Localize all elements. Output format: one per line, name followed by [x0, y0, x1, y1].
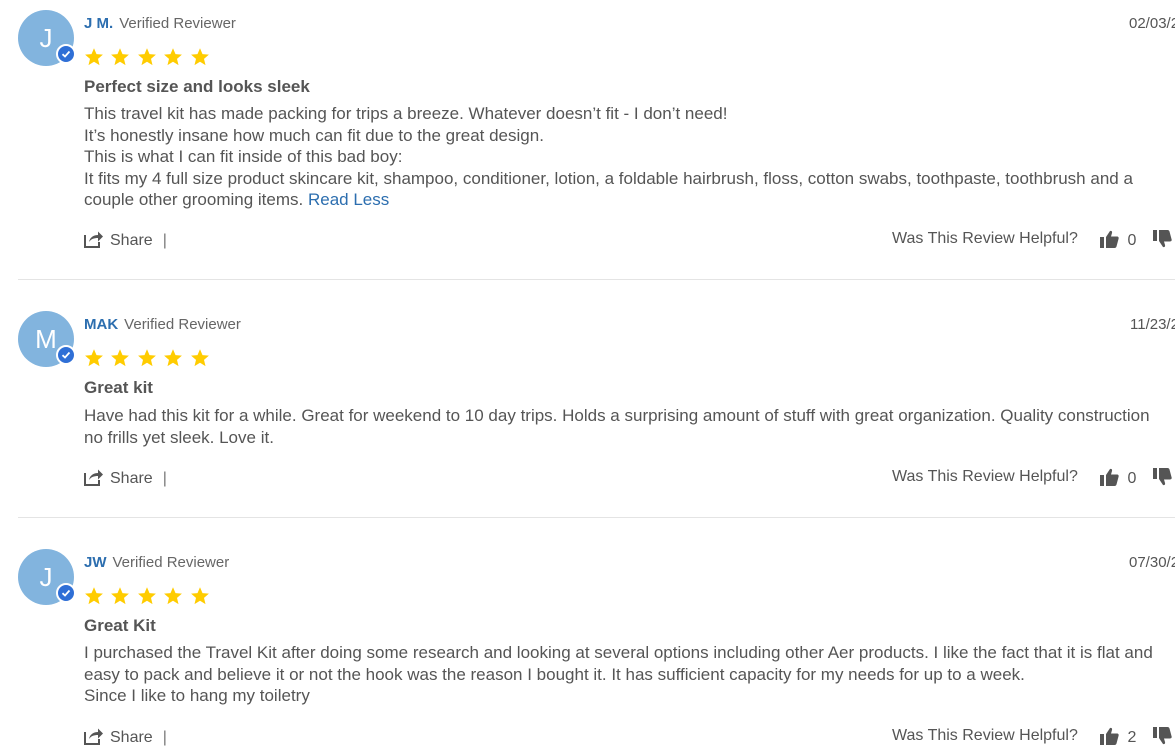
divider	[18, 517, 1175, 518]
review-title: Perfect size and looks sleek	[84, 77, 310, 96]
review-body-line: It fits my 4 full size product skincare …	[84, 168, 1133, 188]
reviewer-header: MAK Verified Reviewer	[84, 315, 241, 335]
thumbs-up-icon	[1100, 468, 1119, 486]
thumbs-down-icon	[1153, 727, 1172, 745]
star-icon	[190, 48, 209, 66]
reviewer-name: J M.	[84, 15, 114, 32]
share-label: Share	[110, 729, 153, 746]
thumbs-down-icon	[1153, 468, 1172, 486]
review-body-line-text: couple other grooming items.	[84, 190, 304, 209]
star-icon	[137, 48, 156, 66]
verified-label: Verified Reviewer	[112, 554, 230, 571]
helpful-down-button[interactable]	[1153, 230, 1172, 250]
star-icon	[111, 587, 130, 605]
share-label: Share	[110, 470, 153, 487]
star-icon	[164, 48, 183, 66]
separator: |	[162, 729, 167, 746]
separator: |	[162, 232, 167, 249]
review-body-line: I purchased the Travel Kit after doing s…	[84, 643, 1153, 662]
reviewer-name: MAK	[84, 316, 119, 333]
share-button[interactable]: Share |	[84, 727, 167, 747]
avatar-letter: J	[39, 23, 53, 53]
star-rating	[84, 586, 212, 606]
review-date: 07/30/2	[1129, 554, 1175, 571]
review-body: I purchased the Travel Kit after doing s…	[84, 642, 1175, 707]
divider	[18, 279, 1175, 280]
review-body-line: It’s honestly insane how much can fit du…	[84, 125, 544, 145]
review-footer: Share | Was This Review Helpful? 2	[84, 727, 1175, 749]
review-date: 02/03/2	[1129, 15, 1175, 32]
review-body-line: easy to pack and believe it or not the h…	[84, 664, 1025, 684]
reviewer-header: J M. Verified Reviewer	[84, 14, 236, 34]
helpful-label: Was This Review Helpful?	[892, 727, 1078, 744]
helpful-up-count: 0	[1127, 232, 1137, 249]
review-body-line: no frills yet sleek. Love it.	[84, 427, 274, 447]
star-icon	[111, 48, 130, 66]
verified-label: Verified Reviewer	[124, 316, 241, 333]
star-icon	[111, 349, 130, 367]
review-date: 11/23/2	[1130, 316, 1175, 333]
verified-check-icon	[56, 583, 76, 603]
separator: |	[162, 470, 167, 487]
reviewer-name: JW	[84, 554, 107, 571]
star-icon	[85, 48, 103, 66]
star-icon	[190, 349, 209, 367]
helpful-up-count: 0	[1127, 470, 1137, 487]
verified-label: Verified Reviewer	[119, 15, 236, 32]
share-button[interactable]: Share |	[84, 230, 167, 250]
star-rating	[84, 47, 212, 67]
review-body-line: Since I like to hang my toiletry	[84, 686, 310, 705]
thumbs-up-icon	[1100, 727, 1119, 745]
review-body-line: Have had this kit for a while. Great for…	[84, 406, 1150, 425]
star-icon	[137, 587, 156, 605]
star-rating	[84, 348, 212, 368]
star-icon	[85, 587, 103, 605]
reviewer-header: JW Verified Reviewer	[84, 553, 229, 573]
helpful-label: Was This Review Helpful?	[892, 468, 1078, 485]
share-icon	[84, 469, 103, 486]
avatar-letter: M	[35, 324, 57, 354]
share-icon	[84, 231, 103, 248]
star-icon	[164, 349, 183, 367]
review-title: Great Kit	[84, 616, 156, 635]
review-body-line: couple other grooming items. Read Less	[84, 189, 1175, 211]
star-icon	[190, 587, 209, 605]
verified-check-icon	[56, 345, 76, 365]
helpful-label: Was This Review Helpful?	[892, 230, 1078, 247]
share-button[interactable]: Share |	[84, 468, 167, 488]
helpful-up-button[interactable]: 0	[1100, 230, 1136, 250]
star-icon	[137, 349, 156, 367]
thumbs-down-icon	[1153, 230, 1172, 248]
review-footer: Share | Was This Review Helpful? 0	[84, 468, 1175, 490]
helpful-down-button[interactable]	[1153, 468, 1172, 488]
share-icon	[84, 728, 103, 745]
review-body: This travel kit has made packing for tri…	[84, 103, 1175, 211]
read-less-link[interactable]: Read Less	[308, 190, 389, 209]
review-body-line: This is what I can fit inside of this ba…	[84, 147, 403, 166]
verified-check-icon	[56, 44, 76, 64]
helpful-up-button[interactable]: 0	[1100, 468, 1136, 488]
review-body-line: This travel kit has made packing for tri…	[84, 104, 728, 123]
avatar: J	[18, 549, 76, 605]
avatar: M	[18, 311, 76, 367]
review-body: Have had this kit for a while. Great for…	[84, 405, 1175, 448]
thumbs-up-icon	[1100, 230, 1119, 248]
share-label: Share	[110, 232, 153, 249]
star-icon	[164, 587, 183, 605]
review-title: Great kit	[84, 378, 153, 397]
helpful-up-button[interactable]: 2	[1100, 727, 1136, 747]
avatar: J	[18, 10, 76, 66]
review-footer: Share | Was This Review Helpful? 0	[84, 230, 1175, 252]
helpful-up-count: 2	[1127, 729, 1137, 746]
avatar-letter: J	[39, 562, 53, 592]
helpful-down-button[interactable]	[1153, 727, 1172, 747]
star-icon	[85, 349, 103, 367]
